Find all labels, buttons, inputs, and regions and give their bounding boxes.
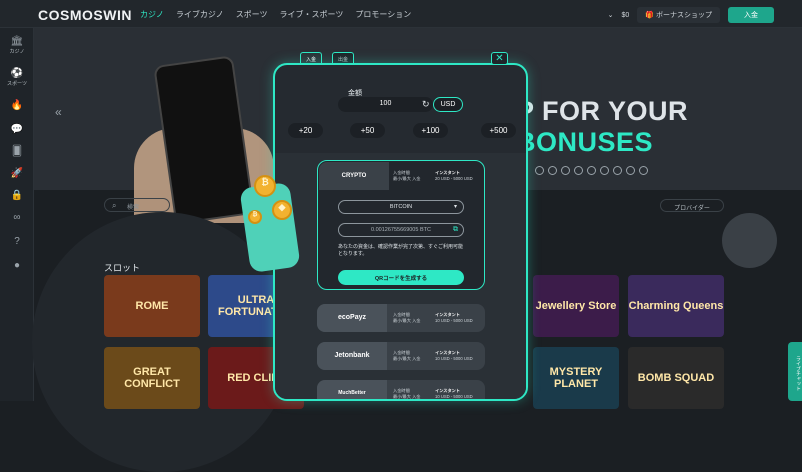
balance[interactable]: $0 (622, 12, 630, 19)
nav-live-casino[interactable]: ライブカジノ (176, 9, 224, 20)
method-info: 入金時間 最小/最大 入金 (393, 388, 421, 399)
nav-sports[interactable]: スポーツ (236, 9, 268, 20)
game-tile[interactable]: MYSTERY PLANET (533, 347, 619, 409)
method-name: MuchBetter (317, 380, 387, 399)
close-icon[interactable]: ✕ (491, 52, 508, 65)
nav-promotions[interactable]: プロモーション (355, 9, 411, 20)
copy-icon[interactable]: ⧉ (453, 226, 458, 234)
btc-amount-field[interactable]: 0.00126755669005 BTC ⧉ (338, 223, 464, 237)
quick-amount-button[interactable]: +100 (413, 123, 448, 138)
deposit-note: あなたの資金は、確認作業が完了次第、すぐご利用可能となります。 (338, 244, 464, 257)
nav-casino[interactable]: カジノ (140, 9, 164, 20)
payment-method-row[interactable]: MuchBetter 入金時間 最小/最大 入金 インスタント 10 USD - 5… (317, 380, 485, 399)
payment-icon (535, 166, 544, 175)
gift-icon: 🎁 (645, 12, 656, 19)
game-tile[interactable]: ROME (104, 275, 200, 337)
game-tile[interactable]: BOMB SQUAD (628, 347, 724, 409)
top-bar: COSMOSWIN カジノ ライブカジノ スポーツ ライブ・スポーツ プロモーシ… (0, 0, 802, 28)
method-info-values: インスタント 10 USD - 5000 USD (435, 350, 473, 361)
game-tile[interactable]: GREAT CONFLICT (104, 347, 200, 409)
method-info-values: インスタント 20 USD - 5000 USD (435, 170, 473, 181)
method-info-values: インスタント 10 USD - 5000 USD (435, 312, 473, 323)
main-nav: カジノ ライブカジノ スポーツ ライブ・スポーツ プロモーション (140, 9, 411, 20)
bonus-shop-button[interactable]: 🎁 ボーナスショップ (637, 7, 720, 23)
payment-icon (613, 166, 622, 175)
coin-select[interactable]: BITCOIN ▾ (338, 200, 464, 214)
payment-icon (587, 166, 596, 175)
generate-qr-button[interactable]: QRコードを生成する (338, 270, 464, 285)
deposit-button[interactable]: 入金 (728, 7, 774, 23)
section-title: スロット (104, 263, 141, 273)
payment-method-row[interactable]: Jetonbank 入金時間 最小/最大 入金 インスタント 10 USD - 50… (317, 342, 485, 370)
game-tile[interactable]: Jewellery Store (533, 275, 619, 337)
payment-icon (548, 166, 557, 175)
record-icon[interactable]: ● (0, 260, 34, 271)
payment-method-row[interactable]: ecoPayz 入金時間 最小/最大 入金 インスタント 10 USD - 5000… (317, 304, 485, 332)
deposit-modal: 金額 100 ↻ USD +20 +50 +100 +500 CRYPTO 入金… (273, 63, 528, 401)
fire-icon[interactable]: 🔥 (0, 100, 34, 111)
game-tile[interactable]: Charming Queens (628, 275, 724, 337)
chevron-left-icon[interactable]: « (55, 105, 62, 119)
cards-icon[interactable]: 🂠 (0, 146, 34, 157)
nav-live-sports[interactable]: ライブ・スポーツ (280, 9, 344, 20)
background-circle (722, 213, 777, 268)
lock-icon[interactable]: 🔒 (0, 190, 34, 201)
banner-headline: P FOR YOUR BONUSES (516, 96, 689, 157)
payment-icon (561, 166, 570, 175)
coin-icon: ₿ (254, 175, 276, 197)
quick-amount-button[interactable]: +500 (481, 123, 516, 138)
search-input[interactable]: ⌕ 検索 (104, 198, 170, 212)
search-icon: ⌕ (112, 201, 117, 210)
chevron-down-icon: ▾ (453, 204, 457, 210)
amount-input[interactable]: 100 (338, 97, 433, 112)
logo[interactable]: COSMOSWIN (38, 7, 132, 23)
method-name: Jetonbank (317, 342, 387, 370)
method-name: ecoPayz (317, 304, 387, 332)
payment-icon (639, 166, 648, 175)
live-chat-tab[interactable]: ライブチャット (788, 342, 802, 401)
help-icon[interactable]: ? (0, 236, 34, 247)
provider-dropdown[interactable]: プロバイダー (660, 199, 724, 212)
sidebar: 🏛 カジノ ⚽ スポーツ 🔥 💬 🂠 🚀 🔒 ∞ ? ● (0, 28, 34, 401)
casino-icon: 🏛 (10, 36, 24, 47)
quick-amount-button[interactable]: +50 (350, 123, 385, 138)
method-info-values: インスタント 10 USD - 5000 USD (435, 388, 473, 399)
account-area: ⌄ $0 🎁 ボーナスショップ 入金 (608, 7, 774, 23)
infinity-icon[interactable]: ∞ (0, 212, 34, 223)
sports-icon: ⚽ (10, 68, 24, 79)
payment-icon (574, 166, 583, 175)
method-info: 入金時間 最小/最大 入金 (393, 350, 421, 361)
chevron-down-icon[interactable]: ⌄ (608, 11, 614, 19)
rocket-icon[interactable]: 🚀 (0, 168, 34, 179)
method-info: 入金時間 最小/最大 入金 (393, 312, 421, 323)
refresh-icon[interactable]: ↻ (422, 99, 430, 110)
sidebar-item-sports[interactable]: ⚽ スポーツ (0, 68, 34, 87)
sidebar-item-casino[interactable]: 🏛 カジノ (0, 36, 34, 55)
method-info: 入金時間 最小/最大 入金 (393, 170, 421, 181)
quick-amount-button[interactable]: +20 (288, 123, 323, 138)
coin-icon: ◆ (272, 200, 292, 220)
coin-icon: ₿ (248, 210, 262, 224)
chat-icon[interactable]: 💬 (0, 124, 34, 135)
payment-icon (600, 166, 609, 175)
payment-icons (535, 166, 648, 175)
crypto-method-button[interactable]: CRYPTO (319, 162, 389, 190)
currency-select[interactable]: USD (433, 97, 463, 112)
payment-icon (626, 166, 635, 175)
